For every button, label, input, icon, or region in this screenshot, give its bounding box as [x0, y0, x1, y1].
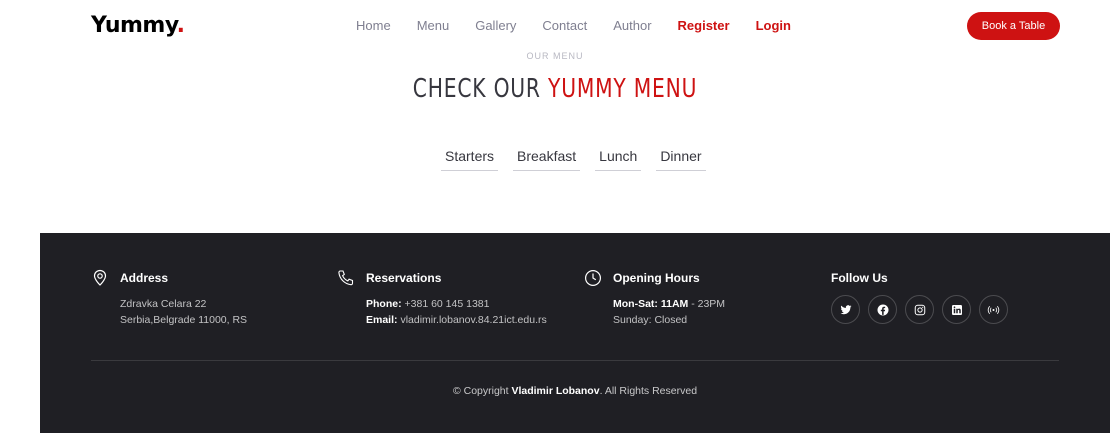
email-address[interactable]: vladimir.lobanov.84.21ict.edu.rs [400, 314, 546, 326]
broadcast-icon[interactable] [979, 295, 1008, 324]
copyright: © Copyright Vladimir Lobanov. All Rights… [40, 385, 1110, 397]
linkedin-icon[interactable] [942, 295, 971, 324]
book-table-button[interactable]: Book a Table [967, 12, 1060, 40]
site-header: Yummy. Home Menu Gallery Contact Author … [0, 0, 1110, 54]
address-line-1: Zdravka Celara 22 [120, 298, 207, 310]
nav-author[interactable]: Author [613, 18, 651, 33]
instagram-icon[interactable] [905, 295, 934, 324]
footer-divider [91, 360, 1059, 361]
copyright-suffix: . All Rights Reserved [599, 385, 698, 397]
facebook-icon[interactable] [868, 295, 897, 324]
days-label: Mon-Sat: [613, 298, 658, 310]
address-line-2: Serbia,Belgrade 11000, RS [120, 314, 248, 326]
logo-dot: . [176, 13, 185, 38]
nav-contact[interactable]: Contact [542, 18, 587, 33]
tab-breakfast[interactable]: Breakfast [513, 148, 581, 171]
reservations-heading: Reservations [366, 271, 442, 285]
nav-register[interactable]: Register [678, 18, 730, 33]
sunday-hours: Sunday: Closed [613, 314, 688, 326]
title-part-1: Check Our [412, 74, 541, 104]
copyright-prefix: © Copyright [452, 385, 509, 397]
copyright-name: Vladimir Lobanov [511, 385, 600, 397]
tab-starters[interactable]: Starters [441, 148, 499, 171]
hours-heading: Opening Hours [613, 271, 700, 285]
reservations-text: Phone: +381 60 145 1381 Email: vladimir.… [366, 296, 547, 328]
map-pin-icon [93, 269, 107, 286]
email-label: Email: [366, 314, 398, 326]
section-subtitle: Our Menu [526, 51, 584, 60]
follow-heading: Follow Us [831, 271, 888, 285]
social-links [831, 295, 1016, 324]
phone-icon [338, 270, 354, 286]
logo-text: Yummy [91, 13, 177, 38]
open-time: 11AM [660, 298, 689, 310]
hours-text: Mon-Sat: 11AM - 23PM Sunday: Closed [613, 296, 725, 328]
address-text: Zdravka Celara 22 Serbia,Belgrade 11000,… [120, 296, 247, 328]
tab-lunch[interactable]: Lunch [595, 148, 642, 171]
nav-home[interactable]: Home [356, 18, 391, 33]
nav-gallery[interactable]: Gallery [475, 18, 516, 33]
phone-label: Phone: [366, 298, 402, 310]
tab-dinner[interactable]: Dinner [656, 148, 706, 171]
site-logo[interactable]: Yummy. [91, 13, 185, 38]
site-footer: Address Zdravka Celara 22 Serbia,Belgrad… [40, 233, 1110, 433]
twitter-icon[interactable] [831, 295, 860, 324]
nav-menu[interactable]: Menu [417, 18, 450, 33]
close-time: - 23PM [691, 298, 726, 310]
nav-login[interactable]: Login [756, 18, 791, 33]
menu-tabs: Starters Breakfast Lunch Dinner [441, 148, 721, 171]
main-nav: Home Menu Gallery Contact Author Registe… [356, 18, 817, 33]
address-heading: Address [120, 271, 169, 285]
phone-number[interactable]: +381 60 145 1381 [405, 298, 490, 310]
section-title: Check Our Yummy Menu [122, 74, 988, 104]
clock-icon [584, 269, 602, 287]
title-part-2: Yummy Menu [548, 74, 698, 104]
